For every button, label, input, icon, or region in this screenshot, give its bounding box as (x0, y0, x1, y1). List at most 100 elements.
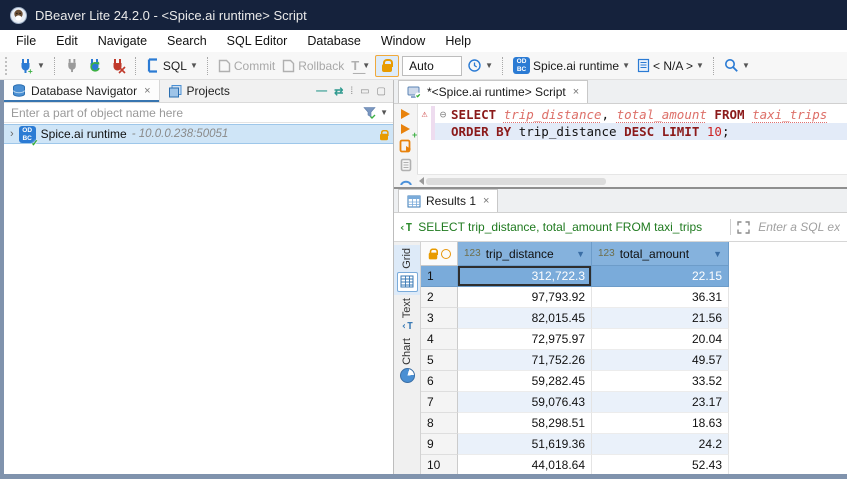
search-button[interactable]: ▼ (722, 56, 752, 75)
table-row[interactable]: 858,298.5118.63 (421, 413, 847, 434)
row-number[interactable]: 7 (421, 392, 458, 413)
menu-item-sql-editor[interactable]: SQL Editor (217, 32, 298, 50)
chevron-down-icon[interactable]: ▼ (380, 109, 388, 117)
active-database-select[interactable]: < N/A > ▼ (635, 56, 706, 75)
table-row[interactable]: 1312,722.322.15 (421, 266, 847, 287)
column-header-total-amount[interactable]: 123 total_amount ▼ (592, 242, 729, 266)
autocommit-lock-toggle[interactable] (375, 55, 399, 77)
grid-cell[interactable]: 72,975.97 (458, 329, 592, 350)
table-row[interactable]: 571,752.2649.57 (421, 350, 847, 371)
execute-new-tab-button[interactable]: + (401, 124, 410, 134)
table-row[interactable]: 297,793.9236.31 (421, 287, 847, 308)
close-icon[interactable]: × (483, 195, 489, 207)
column-header-trip-distance[interactable]: 123 trip_distance ▼ (458, 242, 592, 266)
table-row[interactable]: 382,015.4521.56 (421, 308, 847, 329)
grid-cell[interactable]: 51,619.36 (458, 434, 592, 455)
title-bar[interactable]: DBeaver Lite 24.2.0 - <Spice.ai runtime>… (0, 0, 847, 30)
commit-button[interactable]: Commit (216, 57, 277, 75)
column-filter-icon[interactable]: ▼ (576, 249, 585, 259)
commit-mode-select[interactable]: Auto (402, 56, 462, 76)
menu-item-help[interactable]: Help (435, 32, 481, 50)
tab-database-navigator[interactable]: Database Navigator × (4, 80, 160, 102)
grid-cell[interactable]: 82,015.45 (458, 308, 592, 329)
editor-horizontal-scrollbar[interactable] (417, 174, 847, 187)
menu-item-window[interactable]: Window (371, 32, 435, 50)
row-number[interactable]: 1 (421, 266, 458, 287)
grid-cell[interactable]: 36.31 (592, 287, 729, 308)
menu-item-file[interactable]: File (6, 32, 46, 50)
rollback-button[interactable]: Rollback (280, 57, 346, 75)
sql-editor-button[interactable]: SQL ▼ (144, 56, 200, 75)
row-number[interactable]: 8 (421, 413, 458, 434)
results-filter-input[interactable] (756, 219, 842, 235)
disconnect-button[interactable] (108, 56, 128, 76)
grid-cell[interactable]: 59,282.45 (458, 371, 592, 392)
menu-item-navigate[interactable]: Navigate (88, 32, 157, 50)
fold-marker-icon[interactable]: ⊖ (435, 106, 451, 123)
menu-item-database[interactable]: Database (297, 32, 371, 50)
transaction-log-button[interactable]: T͟ ▼ (349, 56, 372, 75)
collapse-all-icon[interactable]: — (316, 85, 327, 97)
expander-icon[interactable]: › (10, 128, 14, 140)
grid-cell[interactable]: 71,752.26 (458, 350, 592, 371)
reconnect-button[interactable] (85, 56, 105, 76)
connection-tree-item[interactable]: › ODBC Spice.ai runtime - 10.0.0.238:500… (4, 124, 393, 144)
active-connection-select[interactable]: ODBC Spice.ai runtime ▼ (511, 55, 632, 76)
scroll-left-icon[interactable] (419, 177, 424, 185)
grid-cell[interactable]: 24.2 (592, 434, 729, 455)
grid-cell[interactable]: 22.15 (592, 266, 729, 287)
table-row[interactable]: 472,975.9720.04 (421, 329, 847, 350)
grid-cell[interactable]: 58,298.51 (458, 413, 592, 434)
grid-cell[interactable]: 59,076.43 (458, 392, 592, 413)
view-menu-icon[interactable]: ⁞ (350, 86, 353, 97)
row-number[interactable]: 5 (421, 350, 458, 371)
tab-projects[interactable]: Projects (160, 80, 238, 102)
link-with-editor-icon[interactable]: ⇄ (334, 85, 343, 98)
script-settings-icon[interactable] (399, 158, 413, 172)
scrollbar-thumb[interactable] (426, 178, 606, 185)
explain-plan-icon[interactable] (399, 177, 413, 185)
presentation-tab-grid[interactable]: Grid (394, 245, 420, 295)
row-number[interactable]: 4 (421, 329, 458, 350)
grid-cell[interactable]: 97,793.92 (458, 287, 592, 308)
row-number[interactable]: 3 (421, 308, 458, 329)
grid-cell[interactable]: 52.43 (592, 455, 729, 476)
tab-sql-script[interactable]: *<Spice.ai runtime> Script × (398, 80, 588, 103)
maximize-icon[interactable]: ▢ (377, 86, 386, 97)
grid-corner-cell[interactable] (421, 242, 458, 266)
code-line[interactable]: ORDER BY trip_distance DESC LIMIT 10; (418, 123, 847, 140)
grid-cell[interactable]: 33.52 (592, 371, 729, 392)
grid-cell[interactable]: 23.17 (592, 392, 729, 413)
presentation-tab-chart[interactable]: Chart (394, 335, 420, 386)
grid-cell[interactable]: 18.63 (592, 413, 729, 434)
presentation-tab-text[interactable]: Text ‹T (394, 295, 420, 335)
column-filter-icon[interactable]: ▼ (713, 249, 722, 259)
row-number[interactable]: 2 (421, 287, 458, 308)
menu-item-edit[interactable]: Edit (46, 32, 88, 50)
new-connection-button[interactable]: + ▼ (16, 56, 47, 76)
grid-cell[interactable]: 20.04 (592, 329, 729, 350)
grid-cell[interactable]: 21.56 (592, 308, 729, 329)
maximize-results-icon[interactable] (737, 221, 750, 234)
row-number[interactable]: 9 (421, 434, 458, 455)
connect-button[interactable] (63, 56, 82, 75)
table-row[interactable]: 659,282.4533.52 (421, 371, 847, 392)
table-row[interactable]: 759,076.4323.17 (421, 392, 847, 413)
grid-cell[interactable]: 49.57 (592, 350, 729, 371)
close-icon[interactable]: × (144, 85, 150, 97)
grid-cell[interactable]: 44,018.64 (458, 455, 592, 476)
table-row[interactable]: 1044,018.6452.43 (421, 455, 847, 476)
transaction-history-button[interactable]: ▼ (465, 56, 495, 75)
menu-item-search[interactable]: Search (157, 32, 217, 50)
table-row[interactable]: 951,619.3624.2 (421, 434, 847, 455)
grid-cell[interactable]: 312,722.3 (458, 266, 592, 287)
minimize-icon[interactable]: ▭ (360, 86, 369, 97)
filter-funnel-icon[interactable] (363, 106, 376, 119)
execute-statement-button[interactable] (401, 109, 410, 119)
execute-script-icon[interactable] (399, 139, 413, 153)
code-line[interactable]: ⚠⊖SELECT trip_distance, total_amount FRO… (418, 106, 847, 123)
row-number[interactable]: 6 (421, 371, 458, 392)
row-number[interactable]: 10 (421, 455, 458, 476)
close-icon[interactable]: × (573, 86, 579, 98)
object-filter-input[interactable] (9, 105, 359, 121)
